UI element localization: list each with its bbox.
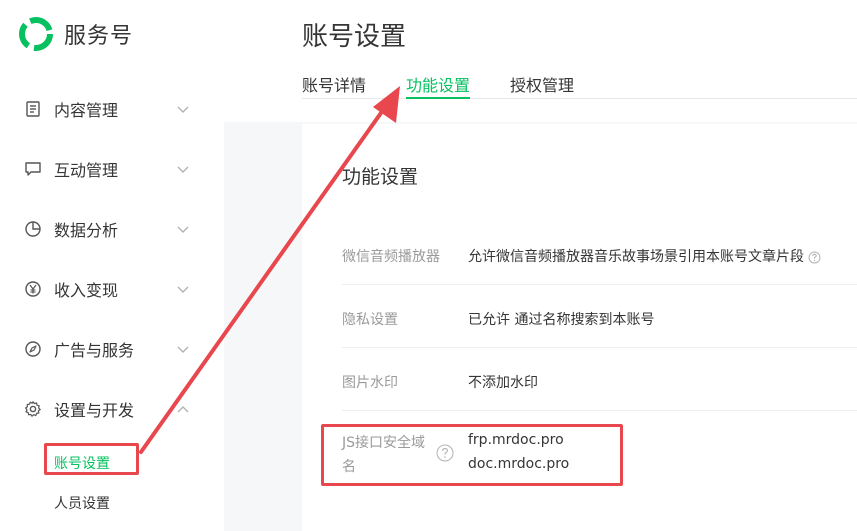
setting-value-audio-player: 允许微信音频播放器音乐故事场景引用本账号文章片段 (468, 246, 821, 266)
sidebar-subitem-staff-settings[interactable]: 人员设置 (54, 493, 110, 513)
compass-icon (25, 341, 41, 357)
sidebar-item-label: 数据分析 (54, 221, 119, 240)
chevron-down-icon (177, 286, 189, 293)
row-divider (342, 284, 857, 285)
sidebar-item-label: 收入变现 (54, 281, 119, 300)
sidebar-item-ads-services[interactable]: 广告与服务 (0, 329, 224, 369)
brand-name: 服务号 (64, 24, 134, 49)
sidebar-item-content[interactable]: 内容管理 (0, 89, 224, 129)
chevron-down-icon (177, 166, 189, 173)
setting-value-image-watermark: 不添加水印 (468, 375, 538, 391)
sidebar-item-label: 设置与开发 (54, 401, 135, 420)
row-divider (342, 347, 857, 348)
sidebar-item-settings-dev[interactable]: 设置与开发 (0, 389, 224, 429)
chevron-down-icon (177, 346, 189, 353)
chevron-down-icon (177, 226, 189, 233)
panel-title: 功能设置 (342, 166, 419, 188)
gear-icon (25, 401, 41, 417)
sidebar-item-analytics[interactable]: 数据分析 (0, 209, 224, 249)
tab-feature-settings[interactable]: 功能设置 (406, 72, 471, 99)
setting-label-image-watermark: 图片水印 (342, 375, 398, 391)
yen-icon (25, 281, 41, 297)
setting-label-privacy: 隐私设置 (342, 312, 398, 328)
page-title: 账号设置 (302, 22, 407, 52)
sidebar-item-label: 互动管理 (54, 161, 119, 180)
pie-chart-icon (25, 221, 41, 237)
wechat-service-logo-icon (19, 17, 53, 51)
brand[interactable]: 服务号 (19, 17, 133, 51)
setting-label-audio-player: 微信音频播放器 (342, 249, 440, 265)
chat-icon (25, 162, 41, 176)
sidebar-item-label: 内容管理 (54, 101, 119, 120)
document-icon (26, 101, 40, 117)
tab-authorization-management[interactable]: 授权管理 (510, 72, 574, 99)
highlight-box-account-settings (44, 443, 139, 475)
setting-value-privacy: 已允许 通过名称搜索到本账号 (468, 312, 655, 328)
sidebar-item-label: 广告与服务 (54, 341, 135, 360)
page-header: 账号设置 账号详情 功能设置 授权管理 (224, 0, 857, 122)
tab-bar: 账号详情 功能设置 授权管理 (302, 70, 857, 99)
row-divider (342, 410, 857, 411)
question-circle-icon[interactable] (808, 251, 821, 264)
chevron-down-icon (177, 106, 189, 113)
highlight-box-js-domains (321, 424, 623, 486)
setting-value-text: 允许微信音频播放器音乐故事场景引用本账号文章片段 (468, 249, 804, 265)
sidebar-item-interaction[interactable]: 互动管理 (0, 149, 224, 189)
sidebar-item-monetization[interactable]: 收入变现 (0, 269, 224, 309)
tab-account-details[interactable]: 账号详情 (302, 72, 366, 99)
chevron-up-icon (177, 406, 189, 413)
